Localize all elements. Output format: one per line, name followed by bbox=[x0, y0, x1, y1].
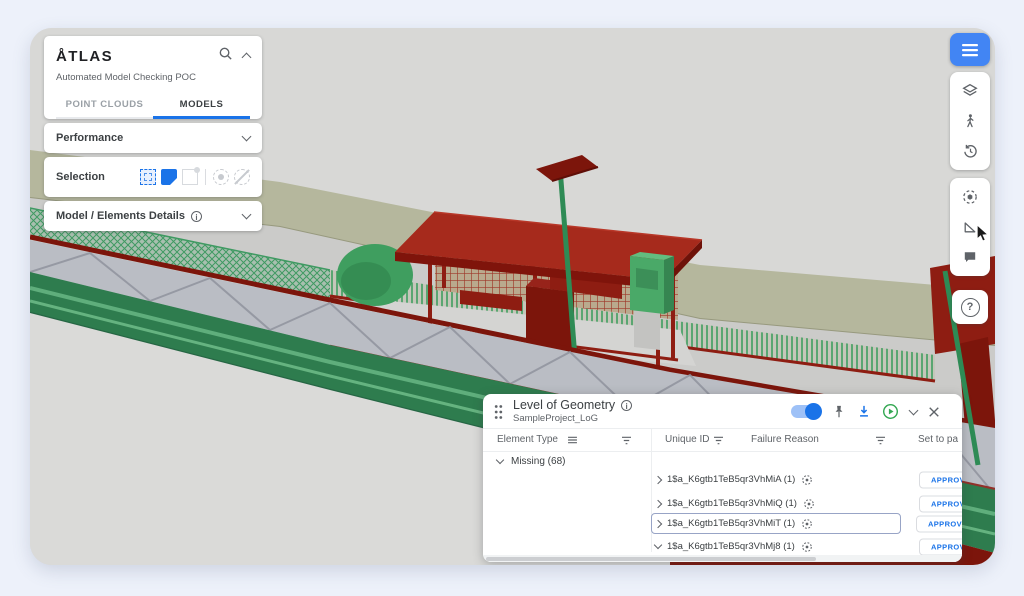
focus-model-icon[interactable] bbox=[954, 182, 986, 212]
project-subtitle: Automated Model Checking POC bbox=[56, 72, 250, 83]
unique-id: 1$a_K6gtb1TeB5qr3VhMj8 (1) bbox=[667, 541, 795, 552]
approve-button[interactable]: APPROV bbox=[916, 515, 962, 532]
approve-button[interactable]: APPROV bbox=[919, 538, 962, 555]
section-selection: Selection bbox=[44, 157, 262, 197]
locate-element-icon[interactable] bbox=[803, 498, 815, 510]
divider bbox=[205, 169, 206, 185]
chevron-right-icon[interactable] bbox=[654, 475, 662, 483]
model-details-label: Model / Elements Details bbox=[56, 210, 185, 222]
collapse-panel-icon[interactable] bbox=[909, 405, 919, 415]
page: { "left_panel": { "title": "ÅTLAS", "sub… bbox=[0, 0, 1024, 596]
select-sphere-icon[interactable] bbox=[213, 169, 229, 185]
section-performance[interactable]: Performance bbox=[44, 123, 262, 153]
col-failure-reason: Failure Reason bbox=[751, 434, 819, 445]
filter-icon[interactable] bbox=[621, 436, 632, 448]
locate-element-icon[interactable] bbox=[801, 518, 813, 530]
info-icon[interactable]: i bbox=[191, 211, 202, 222]
scrollbar-thumb[interactable] bbox=[486, 557, 816, 561]
sort-icon[interactable] bbox=[567, 436, 578, 447]
atlas-panel: ÅTLAS Automated Model Checking POC POINT… bbox=[44, 36, 262, 231]
locate-element-icon[interactable] bbox=[801, 541, 813, 553]
select-rectangle-icon[interactable] bbox=[140, 169, 156, 185]
run-check-icon[interactable] bbox=[882, 403, 899, 420]
layers-icon[interactable] bbox=[954, 76, 986, 106]
col-unique-id: Unique ID bbox=[665, 434, 709, 445]
section-model-details[interactable]: Model / Elements Details i bbox=[44, 201, 262, 231]
menu-button[interactable] bbox=[950, 33, 990, 66]
panel-controls bbox=[791, 403, 940, 420]
table-row[interactable]: 1$a_K6gtb1TeB5qr3VhMiQ (1) APPROV bbox=[655, 494, 905, 513]
unique-id: 1$a_K6gtb1TeB5qr3VhMiQ (1) bbox=[667, 498, 797, 509]
search-icon[interactable] bbox=[218, 46, 233, 66]
chevron-down-icon bbox=[496, 456, 504, 464]
atlas-header-card: ÅTLAS Automated Model Checking POC POINT… bbox=[44, 36, 262, 119]
table-header: Element Type Unique ID Failure Reason Se… bbox=[483, 428, 962, 452]
close-icon[interactable] bbox=[928, 406, 940, 418]
chevron-right-icon[interactable] bbox=[654, 499, 662, 507]
panel-title: Level of Geometry bbox=[513, 398, 615, 412]
chevron-down-icon[interactable] bbox=[242, 132, 252, 142]
select-box-icon[interactable] bbox=[161, 169, 177, 185]
unique-id: 1$a_K6gtb1TeB5qr3VhMiA (1) bbox=[667, 474, 795, 485]
table-row-selected[interactable]: 1$a_K6gtb1TeB5qr3VhMiT (1) APPROV bbox=[651, 513, 901, 534]
info-icon[interactable]: i bbox=[621, 400, 632, 411]
group-label: Missing (68) bbox=[511, 456, 565, 467]
select-clip-icon[interactable] bbox=[234, 169, 250, 185]
tab-bar: POINT CLOUDS MODELS bbox=[56, 91, 250, 119]
unique-id: 1$a_K6gtb1TeB5qr3VhMiT (1) bbox=[667, 518, 795, 529]
approve-button[interactable]: APPROV bbox=[919, 495, 962, 512]
group-row-missing[interactable]: Missing (68) bbox=[497, 456, 565, 467]
measure-icon[interactable] bbox=[954, 212, 986, 242]
right-toolbar: ? bbox=[950, 33, 990, 324]
history-icon[interactable] bbox=[954, 136, 986, 166]
app-title: ÅTLAS bbox=[56, 48, 208, 65]
col-set-to-passed: Set to pa bbox=[918, 434, 958, 445]
locate-element-icon[interactable] bbox=[801, 474, 813, 486]
performance-label: Performance bbox=[56, 132, 123, 144]
column-divider bbox=[651, 428, 652, 552]
3d-viewport[interactable]: ÅTLAS Automated Model Checking POC POINT… bbox=[30, 28, 995, 565]
select-window-icon[interactable] bbox=[182, 169, 198, 185]
download-icon[interactable] bbox=[857, 404, 871, 419]
approve-button[interactable]: APPROV bbox=[919, 471, 962, 488]
chevron-down-icon[interactable] bbox=[242, 210, 252, 220]
model-tools-card bbox=[950, 178, 990, 276]
menu-icon bbox=[961, 43, 979, 57]
drag-handle-icon[interactable] bbox=[493, 404, 504, 425]
comment-icon[interactable] bbox=[954, 242, 986, 272]
tab-models[interactable]: MODELS bbox=[153, 91, 250, 119]
view-tools-card bbox=[950, 72, 990, 170]
collapse-panel-icon[interactable] bbox=[242, 53, 252, 63]
visibility-toggle[interactable] bbox=[791, 405, 821, 418]
filter-icon[interactable] bbox=[875, 436, 886, 448]
horizontal-scrollbar[interactable] bbox=[483, 555, 962, 562]
table-row[interactable]: 1$a_K6gtb1TeB5qr3VhMj8 (1) APPROV bbox=[655, 537, 905, 556]
walk-mode-icon[interactable] bbox=[954, 106, 986, 136]
level-of-geometry-panel: Level of Geometry i SampleProject_LoG El… bbox=[483, 394, 962, 562]
filter-icon[interactable] bbox=[713, 436, 724, 448]
chevron-right-icon[interactable] bbox=[654, 519, 662, 527]
help-icon: ? bbox=[961, 298, 980, 317]
col-element-type: Element Type bbox=[497, 434, 558, 445]
help-button[interactable]: ? bbox=[952, 290, 988, 324]
panel-title-block: Level of Geometry i SampleProject_LoG bbox=[513, 398, 632, 424]
table-row[interactable]: 1$a_K6gtb1TeB5qr3VhMiA (1) APPROV bbox=[655, 470, 905, 489]
chevron-down-icon[interactable] bbox=[654, 541, 662, 549]
selection-tools bbox=[140, 169, 250, 185]
panel-subtitle: SampleProject_LoG bbox=[513, 413, 632, 424]
selection-label: Selection bbox=[56, 171, 105, 183]
pin-icon[interactable] bbox=[832, 404, 846, 419]
tab-point-clouds[interactable]: POINT CLOUDS bbox=[56, 91, 153, 119]
